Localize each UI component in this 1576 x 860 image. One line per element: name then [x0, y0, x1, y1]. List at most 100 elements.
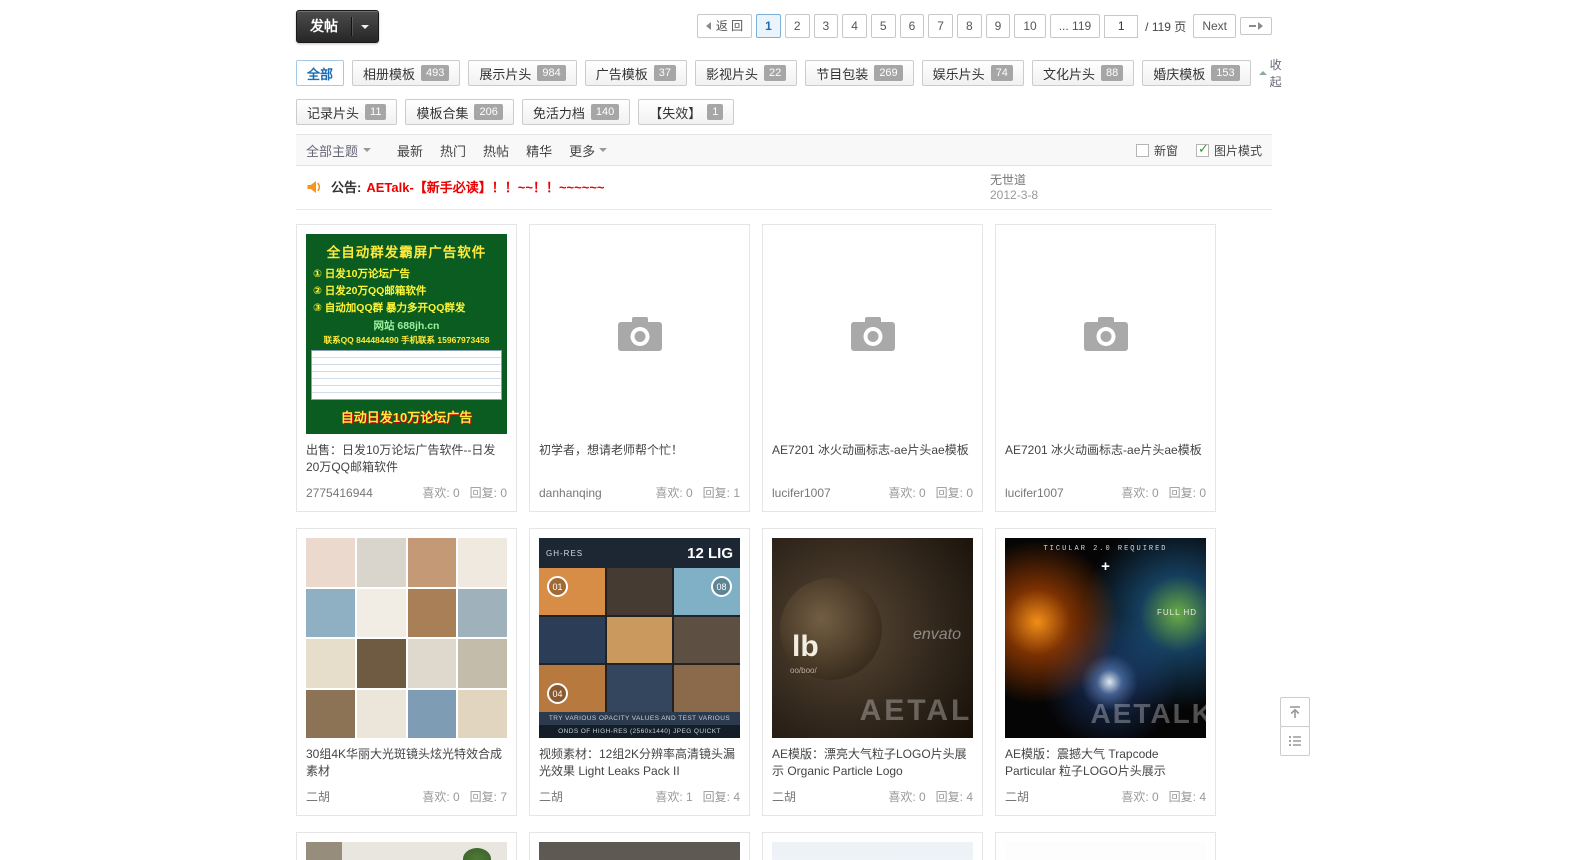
- category-tab[interactable]: 影视片头22: [695, 60, 797, 86]
- pagination-page[interactable]: 6: [900, 14, 925, 38]
- post-meta: 二胡 喜欢: 0回复: 4: [1005, 788, 1206, 805]
- announcement-link[interactable]: AETalk-【新手必读】！！~~！！~~~~~~: [366, 177, 604, 196]
- pagination-page[interactable]: 10: [1014, 14, 1045, 38]
- sort-bar: 全部主题 最新 热门 热帖 精华 更多 新窗 图片模式: [296, 134, 1272, 166]
- post-card: 全自动群发霸屏广告软件 ① 日发10万论坛广告 ② 日发20万QQ邮箱软件 ③ …: [296, 224, 517, 512]
- collage-cell: [408, 589, 457, 638]
- new-window-label: 新窗: [1154, 142, 1178, 159]
- collage-cell: [306, 538, 355, 587]
- post-thumbnail[interactable]: [539, 234, 740, 434]
- image-mode-checkbox[interactable]: 图片模式: [1196, 142, 1262, 159]
- announcement-author[interactable]: 无世道: [990, 173, 1038, 188]
- post-thumbnail[interactable]: [1005, 842, 1206, 860]
- thumbnail-caption: ONDS OF HIGH-RES (2560x1440) JPEG QUICKT: [539, 725, 740, 738]
- post-title[interactable]: 出售：日发10万论坛广告软件--日发20万QQ邮箱软件: [306, 442, 507, 476]
- sort-hot-threads[interactable]: 热帖: [483, 141, 509, 160]
- new-post-dropdown[interactable]: [352, 25, 378, 29]
- post-replies: 回复: 4: [703, 788, 740, 805]
- post-thumbnail[interactable]: 全自动群发霸屏广告软件 ① 日发10万论坛广告 ② 日发20万QQ邮箱软件 ③ …: [306, 234, 507, 434]
- pagination-page[interactable]: 5: [871, 14, 896, 38]
- category-tab[interactable]: 娱乐片头74: [922, 60, 1024, 86]
- pagination-page[interactable]: 3: [814, 14, 839, 38]
- post-thumbnail[interactable]: [1005, 234, 1206, 434]
- category-tab[interactable]: 记录片头11: [296, 99, 397, 125]
- category-tab-label: 展示片头: [479, 64, 531, 83]
- triangle-right-icon: [1258, 22, 1263, 30]
- category-count-badge: 153: [1211, 65, 1239, 81]
- checkbox-checked-icon[interactable]: [1196, 144, 1209, 157]
- topic-filter-dropdown[interactable]: 全部主题: [306, 141, 371, 160]
- post-title[interactable]: AE7201 冰火动画标志-ae片头ae模板: [772, 442, 973, 476]
- post-title[interactable]: AE模版：震撼大气 Trapcode Particular 粒子LOGO片头展示: [1005, 746, 1206, 780]
- thumbnail-brand-text: envato: [913, 626, 961, 644]
- collapse-filter-button[interactable]: 收起: [1259, 56, 1282, 90]
- post-thumbnail[interactable]: Up: [306, 842, 507, 860]
- post-thumbnail[interactable]: lb oo/boo/ envato AETALK: [772, 538, 973, 738]
- thumbnail-logo-sub: oo/boo/: [790, 666, 817, 675]
- post-author[interactable]: lucifer1007: [772, 486, 831, 500]
- post-meta: 2775416944 喜欢: 0回复: 0: [306, 484, 507, 501]
- thumbnail-header-right: 12 LIG: [687, 545, 733, 562]
- sort-digest[interactable]: 精华: [526, 141, 552, 160]
- post-thumbnail[interactable]: [772, 234, 973, 434]
- post-author[interactable]: 二胡: [1005, 788, 1029, 805]
- post-likes: 喜欢: 0: [422, 484, 459, 501]
- pagination-back-button[interactable]: 返 回: [697, 14, 752, 38]
- post-thumbnail[interactable]: GH-RES 12 LIG 01 08 04 TRY VARIOUS OPACI…: [539, 538, 740, 738]
- post-title[interactable]: 初学者，想请老师帮个忙！: [539, 442, 740, 476]
- post-author[interactable]: 二胡: [539, 788, 563, 805]
- post-title[interactable]: AE7201 冰火动画标志-ae片头ae模板: [1005, 442, 1206, 476]
- sort-hot[interactable]: 热门: [440, 141, 466, 160]
- post-likes: 喜欢: 0: [888, 484, 925, 501]
- post-author[interactable]: 二胡: [306, 788, 330, 805]
- ad-footer: 自动日发10万论坛广告: [306, 401, 507, 434]
- category-tab[interactable]: 展示片头 984: [468, 60, 576, 86]
- post-author[interactable]: 2775416944: [306, 486, 373, 500]
- post-stats: 喜欢: 0回复: 0: [1121, 484, 1206, 501]
- thread-list-button[interactable]: [1280, 726, 1310, 756]
- post-author[interactable]: 二胡: [772, 788, 796, 805]
- category-tab[interactable]: 广告模板37: [585, 60, 687, 86]
- category-count-badge: 37: [654, 65, 676, 81]
- new-window-checkbox[interactable]: 新窗: [1136, 142, 1178, 159]
- post-author[interactable]: danhanqing: [539, 486, 602, 500]
- pagination-page[interactable]: 9: [986, 14, 1011, 38]
- category-count-badge: 88: [1101, 65, 1123, 81]
- checkbox-unchecked-icon[interactable]: [1136, 144, 1149, 157]
- collage-cell: [607, 568, 673, 615]
- category-count-badge: 984: [537, 65, 565, 81]
- category-tab[interactable]: 文化片头88: [1032, 60, 1134, 86]
- post-thumbnail[interactable]: [772, 842, 973, 860]
- pagination-page[interactable]: 8: [957, 14, 982, 38]
- pagination-page[interactable]: 2: [785, 14, 810, 38]
- category-tab-label: 婚庆模板: [1153, 64, 1205, 83]
- pagination-forward-button[interactable]: [1240, 17, 1272, 35]
- post-title[interactable]: AE模版：漂亮大气粒子LOGO片头展示 Organic Particle Log…: [772, 746, 973, 780]
- collage-cell: [607, 617, 673, 664]
- pagination-last-page[interactable]: ... 119: [1050, 14, 1100, 38]
- pagination-next-button[interactable]: Next: [1193, 14, 1236, 38]
- new-post-button[interactable]: 发帖: [296, 10, 379, 43]
- sort-newest[interactable]: 最新: [397, 141, 423, 160]
- category-tab[interactable]: 【失效】1: [638, 99, 734, 125]
- page-jump-input[interactable]: [1104, 15, 1138, 38]
- category-tab[interactable]: 模板合集206: [405, 99, 513, 125]
- post-title[interactable]: 视频素材：12组2K分辨率高清镜头漏光效果 Light Leaks Pack I…: [539, 746, 740, 780]
- category-tab-all[interactable]: 全部: [296, 60, 344, 86]
- category-tab[interactable]: 婚庆模板 153: [1142, 60, 1250, 86]
- post-thumbnail[interactable]: [306, 538, 507, 738]
- sort-more-dropdown[interactable]: 更多: [569, 141, 607, 160]
- pagination-page[interactable]: 4: [842, 14, 867, 38]
- category-tab[interactable]: 节目包装269: [805, 60, 913, 86]
- pagination-page[interactable]: 7: [928, 14, 953, 38]
- post-thumbnail[interactable]: TICULAR 2.0 REQUIRED + FULL HD AETALK: [1005, 538, 1206, 738]
- post-thumbnail[interactable]: NEED TEMPLATE?: [539, 842, 740, 860]
- back-to-top-button[interactable]: [1280, 697, 1310, 727]
- pagination-page-current[interactable]: 1: [756, 14, 781, 38]
- category-tab[interactable]: 免活力档140: [522, 99, 630, 125]
- post-author[interactable]: lucifer1007: [1005, 486, 1064, 500]
- post-title[interactable]: 30组4K华丽大光斑镜头炫光特效合成素材: [306, 746, 507, 780]
- category-tab[interactable]: 相册模板493: [352, 60, 460, 86]
- post-meta: 二胡 喜欢: 0回复: 7: [306, 788, 507, 805]
- post-stats: 喜欢: 0回复: 0: [888, 484, 973, 501]
